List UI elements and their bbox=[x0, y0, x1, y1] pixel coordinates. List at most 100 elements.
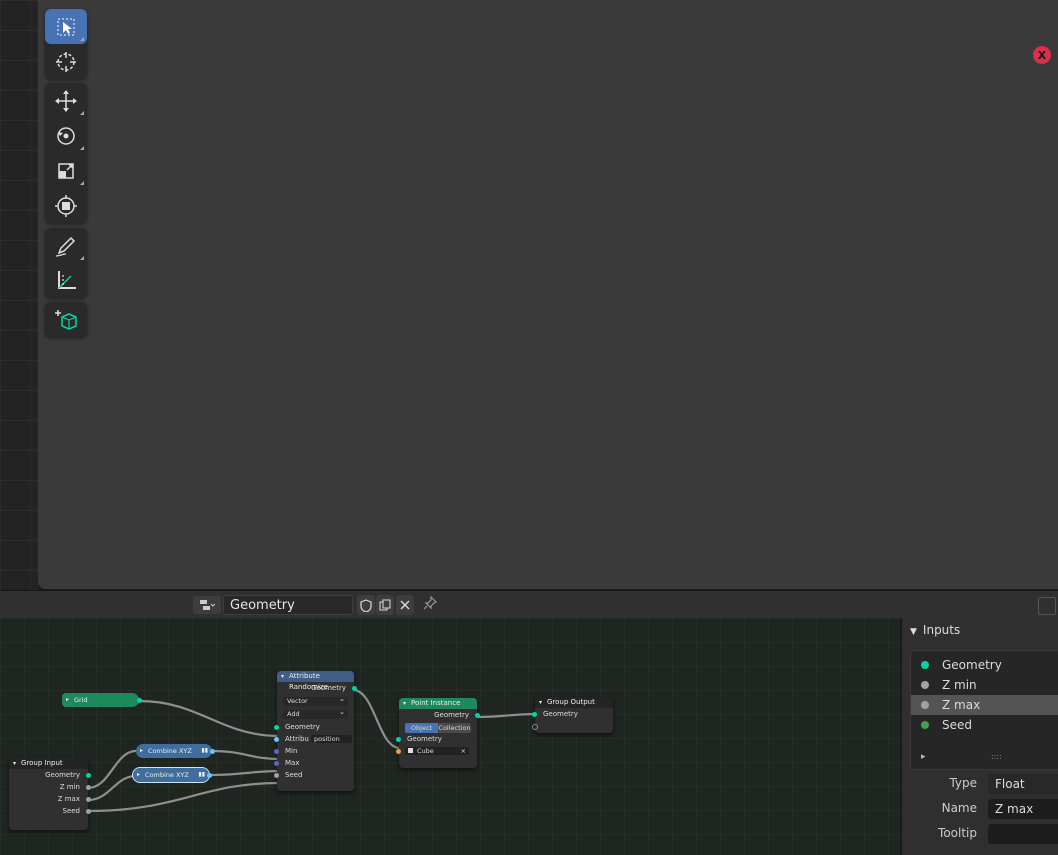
sidebar-toggle[interactable] bbox=[1038, 597, 1056, 615]
toolbar-annotate-group bbox=[45, 228, 87, 298]
toolbar-transform-group bbox=[45, 83, 87, 223]
randomize-input-min: Min bbox=[274, 745, 354, 757]
socket-grid-geometry[interactable] bbox=[137, 697, 142, 703]
socket-randomize-geometry[interactable] bbox=[274, 724, 279, 730]
socket-dot-icon bbox=[921, 681, 929, 689]
measure-tool[interactable] bbox=[45, 263, 87, 298]
randomize-input-attribute: Attribu position bbox=[274, 733, 354, 745]
node-group-name-field[interactable]: Geometry Nodes.001 bbox=[223, 595, 353, 633]
select-box-icon bbox=[57, 18, 75, 35]
inputs-list[interactable]: Geometry Z min Z max Seed ▸ :::: bbox=[910, 650, 1058, 770]
instance-object-field[interactable]: Cube × bbox=[405, 747, 469, 755]
socket-combine1-vector[interactable] bbox=[210, 748, 215, 754]
group-input-geometry: Geometry bbox=[9, 769, 91, 781]
randomize-attribute-field[interactable]: position bbox=[311, 735, 352, 743]
move-icon bbox=[55, 89, 77, 112]
select-box-tool[interactable] bbox=[45, 9, 87, 44]
input-item-zmin[interactable]: Z min bbox=[911, 675, 1058, 695]
input-item-seed[interactable]: Seed bbox=[911, 715, 1058, 735]
group-sidebar-panel: ▼ Inputs Geometry Z min Z max Seed ▸ ::::… bbox=[901, 618, 1058, 855]
instance-tab-object[interactable]: Object bbox=[405, 723, 438, 733]
socket-randomize-output[interactable] bbox=[352, 685, 357, 691]
fake-user-button[interactable] bbox=[357, 595, 375, 615]
collapse-arrow-icon: ▼ bbox=[910, 627, 917, 637]
instance-input-object: Cube × bbox=[396, 745, 477, 757]
socket-instance-object[interactable] bbox=[396, 748, 401, 754]
annotate-tool[interactable] bbox=[45, 228, 87, 263]
link-combine1-to-min bbox=[211, 749, 281, 761]
input-item-zmax[interactable]: Z max bbox=[911, 695, 1058, 715]
node-combine-xyz-2[interactable]: Combine XYZ ▮▮ bbox=[132, 767, 212, 783]
randomize-mode-dropdown[interactable]: Add bbox=[283, 708, 348, 719]
group-input-zmax: Z max bbox=[9, 793, 91, 805]
unlink-button[interactable] bbox=[396, 595, 414, 615]
add-cube-tool[interactable] bbox=[45, 302, 87, 337]
socket-group-input-seed[interactable] bbox=[86, 808, 91, 814]
node-grid-title: Grid bbox=[74, 696, 88, 704]
scale-tool[interactable] bbox=[45, 153, 87, 188]
move-tool[interactable] bbox=[45, 83, 87, 118]
node-editor-icon bbox=[200, 600, 215, 610]
node-attribute-randomize[interactable]: Attribute Randomize Geometry Vector Add … bbox=[274, 671, 357, 791]
object-cube-icon bbox=[408, 748, 413, 753]
socket-dot-icon bbox=[921, 721, 929, 729]
tiled-floor-render bbox=[38, 0, 1058, 589]
navigation-gizmo-x[interactable]: X bbox=[1033, 46, 1051, 64]
duplicate-button[interactable] bbox=[376, 595, 394, 615]
pin-button[interactable] bbox=[423, 595, 438, 614]
transform-icon bbox=[55, 194, 77, 217]
tooltip-field[interactable] bbox=[988, 824, 1058, 844]
randomize-output-geometry: Geometry bbox=[277, 682, 357, 694]
toolbar-add-group bbox=[45, 302, 87, 337]
node-point-instance-title: Point Instance bbox=[399, 698, 477, 709]
link-zmax-to-combine2 bbox=[87, 774, 137, 802]
transform-tool[interactable] bbox=[45, 188, 87, 223]
randomize-type-dropdown[interactable]: Vector bbox=[283, 695, 348, 706]
editor-type-dropdown[interactable] bbox=[193, 596, 221, 614]
socket-randomize-max[interactable] bbox=[274, 760, 279, 766]
node-editor-header bbox=[0, 590, 1058, 619]
input-item-geometry[interactable]: Geometry bbox=[911, 655, 1058, 675]
socket-randomize-seed[interactable] bbox=[274, 772, 279, 778]
socket-group-output-geometry[interactable] bbox=[532, 711, 537, 717]
instance-tab-collection[interactable]: Collection bbox=[438, 723, 471, 733]
node-group-output[interactable]: Group Output Geometry bbox=[532, 697, 613, 733]
prop-tooltip-row: Tooltip bbox=[902, 823, 1058, 845]
socket-instance-output[interactable] bbox=[475, 712, 480, 718]
rotate-tool[interactable] bbox=[45, 118, 87, 153]
cursor-tool[interactable] bbox=[45, 44, 87, 79]
socket-group-output-empty[interactable] bbox=[532, 723, 538, 730]
inputs-panel-header[interactable]: ▼ Inputs bbox=[910, 623, 960, 637]
socket-randomize-attribute[interactable] bbox=[274, 736, 279, 742]
pin-icon bbox=[423, 595, 438, 610]
outliner-strip bbox=[0, 0, 38, 590]
node-combine-xyz-1[interactable]: Combine XYZ ▮▮ bbox=[136, 744, 215, 758]
link-randomize-to-instance bbox=[352, 688, 401, 750]
socket-group-input-geometry[interactable] bbox=[86, 772, 91, 778]
link-instance-to-output bbox=[476, 712, 539, 719]
name-field[interactable]: Z max bbox=[988, 799, 1058, 819]
shield-icon bbox=[360, 598, 372, 612]
instance-output-geometry: Geometry bbox=[399, 709, 480, 721]
instance-object-clear[interactable]: × bbox=[461, 747, 466, 755]
node-combine-xyz-1-title: Combine XYZ bbox=[148, 747, 192, 755]
annotate-icon bbox=[55, 236, 76, 257]
node-canvas[interactable]: Grid Group Input Geometry Z min Z max Se… bbox=[0, 618, 900, 855]
node-group-input[interactable]: Group Input Geometry Z min Z max Seed bbox=[9, 758, 91, 830]
node-grid[interactable]: Grid bbox=[62, 693, 142, 707]
type-dropdown[interactable]: Float bbox=[988, 774, 1058, 794]
socket-group-input-zmin[interactable] bbox=[86, 784, 91, 790]
3d-viewport[interactable] bbox=[38, 0, 1058, 589]
group-output-geometry: Geometry bbox=[532, 708, 613, 720]
list-expand-arrow[interactable]: ▸ bbox=[921, 752, 926, 762]
socket-combine2-vector[interactable] bbox=[207, 772, 212, 778]
socket-randomize-min[interactable] bbox=[274, 748, 279, 754]
duplicate-icon bbox=[379, 599, 391, 611]
link-zmin-to-combine1 bbox=[87, 749, 137, 790]
socket-group-input-zmax[interactable] bbox=[86, 796, 91, 802]
socket-instance-geometry[interactable] bbox=[396, 736, 401, 742]
node-combine-xyz-2-title: Combine XYZ bbox=[145, 771, 189, 779]
node-point-instance[interactable]: Point Instance Geometry Object Collectio… bbox=[396, 698, 480, 768]
list-resize-handle[interactable]: :::: bbox=[991, 752, 1002, 761]
group-input-zmin: Z min bbox=[9, 781, 91, 793]
